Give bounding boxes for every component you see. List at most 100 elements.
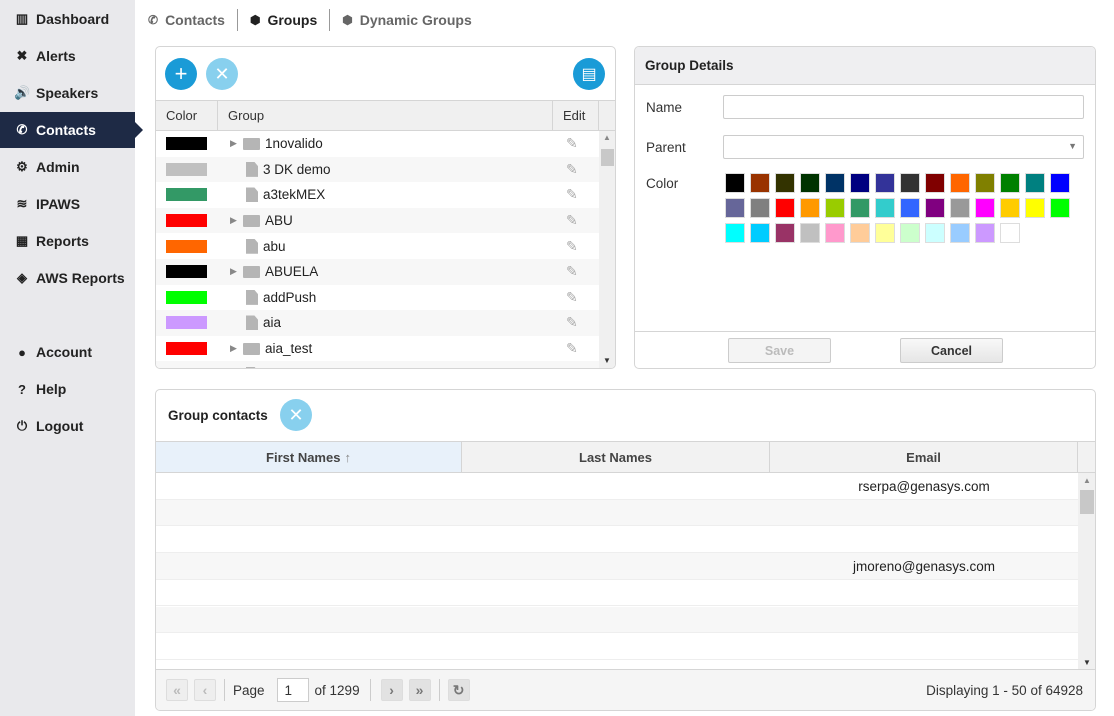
edit-icon[interactable]: ✎ (566, 289, 578, 306)
edit-icon[interactable]: ✎ (566, 340, 578, 357)
contact-row[interactable] (156, 633, 1078, 660)
color-option[interactable] (1000, 198, 1020, 218)
delete-group-button[interactable]: ✕ (206, 58, 238, 90)
sidebar-item-reports[interactable]: ▦ Reports (0, 223, 135, 259)
color-option[interactable] (850, 223, 870, 243)
tab-dynamic-groups[interactable]: ⬢ Dynamic Groups (330, 12, 484, 28)
color-option[interactable] (725, 173, 745, 193)
tab-groups[interactable]: ⬢ Groups (238, 12, 329, 28)
color-option[interactable] (725, 223, 745, 243)
sidebar-item-alerts[interactable]: ✖ Alerts (0, 38, 135, 74)
name-input[interactable] (723, 95, 1084, 119)
group-row[interactable]: ▶ aia_test ✎ (156, 336, 599, 362)
edit-icon[interactable]: ✎ (566, 314, 578, 331)
group-row[interactable]: 3 DK demo ✎ (156, 156, 599, 183)
contacts-scrollbar[interactable]: ▲ ▼ (1078, 473, 1095, 670)
edit-icon[interactable]: ✎ (566, 186, 578, 203)
color-option[interactable] (950, 223, 970, 243)
group-row[interactable]: addPush ✎ (156, 285, 599, 311)
color-option[interactable] (975, 223, 995, 243)
edit-icon[interactable]: ✎ (566, 212, 578, 229)
color-option[interactable] (900, 223, 920, 243)
color-option[interactable] (900, 173, 920, 193)
group-row[interactable]: aia ✎ (156, 310, 599, 336)
contact-row[interactable] (156, 580, 1078, 607)
color-option[interactable] (850, 198, 870, 218)
color-option[interactable] (900, 198, 920, 218)
color-option[interactable] (975, 198, 995, 218)
color-option[interactable] (875, 223, 895, 243)
color-option[interactable] (750, 223, 770, 243)
color-option[interactable] (775, 173, 795, 193)
color-option[interactable] (875, 198, 895, 218)
last-page-button[interactable]: » (408, 679, 431, 701)
sidebar-item-ipaws[interactable]: ≋ IPAWS (0, 186, 135, 222)
color-option[interactable] (750, 198, 770, 218)
color-option[interactable] (1050, 173, 1070, 193)
contact-row[interactable]: jmoreno@genasys.com (156, 553, 1078, 580)
color-option[interactable] (925, 223, 945, 243)
color-option[interactable] (825, 173, 845, 193)
sidebar-item-dashboard[interactable]: ▥ Dashboard (0, 1, 135, 37)
color-option[interactable] (875, 173, 895, 193)
group-row[interactable]: abu ✎ (156, 233, 599, 259)
parent-select[interactable]: ▼ (723, 135, 1084, 159)
email-header[interactable]: Email (770, 442, 1078, 472)
group-row[interactable]: a3tekMEX ✎ (156, 182, 599, 208)
edit-icon[interactable]: ✎ (566, 135, 578, 152)
first-names-header[interactable]: First Names ↑ (156, 442, 462, 472)
sidebar-item-speakers[interactable]: 🔊 Speakers (0, 75, 135, 111)
edit-icon[interactable]: ✎ (566, 366, 578, 368)
page-input[interactable]: 1 (276, 678, 309, 702)
remove-contact-button[interactable]: ✕ (280, 399, 312, 431)
prev-page-button[interactable]: ‹ (194, 679, 216, 701)
expand-arrow-icon[interactable]: ▶ (230, 343, 237, 354)
group-row[interactable]: ▶ ABU ✎ (156, 207, 599, 234)
next-page-button[interactable]: › (380, 679, 403, 701)
refresh-button[interactable]: ↻ (447, 679, 470, 701)
color-option[interactable] (925, 173, 945, 193)
expand-arrow-icon[interactable]: ▶ (230, 266, 237, 277)
color-option[interactable] (925, 198, 945, 218)
sidebar-item-logout[interactable]: ⏻ Logout (0, 408, 135, 444)
expand-arrow-icon[interactable]: ▶ (230, 138, 237, 149)
color-option[interactable] (1025, 173, 1045, 193)
sidebar-item-aws-reports[interactable]: ◈ AWS Reports (0, 260, 135, 296)
contact-row[interactable] (156, 526, 1078, 554)
contact-row[interactable] (156, 606, 1078, 634)
edit-icon[interactable]: ✎ (566, 238, 578, 255)
color-column-header[interactable]: Color (156, 101, 218, 130)
color-option[interactable] (750, 173, 770, 193)
save-button[interactable]: Save (728, 338, 831, 363)
group-row[interactable]: ▶ ABUELA ✎ (156, 259, 599, 285)
color-option[interactable] (775, 223, 795, 243)
sidebar-item-admin[interactable]: ⚙ Admin (0, 149, 135, 185)
color-option[interactable] (1000, 223, 1020, 243)
edit-icon[interactable]: ✎ (566, 263, 578, 280)
color-option[interactable] (1050, 198, 1070, 218)
color-option[interactable] (950, 198, 970, 218)
sidebar-item-help[interactable]: ? Help (0, 371, 135, 407)
color-option[interactable] (800, 173, 820, 193)
cancel-button[interactable]: Cancel (900, 338, 1003, 363)
color-option[interactable] (800, 223, 820, 243)
groups-scrollbar[interactable]: ▲ ▼ (599, 131, 615, 368)
color-option[interactable] (975, 173, 995, 193)
group-column-header[interactable]: Group (218, 101, 553, 130)
edit-icon[interactable]: ✎ (566, 161, 578, 178)
contact-row[interactable] (156, 499, 1078, 527)
color-option[interactable] (950, 173, 970, 193)
group-row[interactable]: ✎ (156, 361, 599, 368)
add-group-button[interactable]: + (165, 58, 197, 90)
color-option[interactable] (850, 173, 870, 193)
contact-row[interactable]: rserpa@genasys.com (156, 473, 1078, 500)
color-option[interactable] (800, 198, 820, 218)
group-row[interactable]: ▶ 1novalido ✎ (156, 131, 599, 157)
edit-column-header[interactable]: Edit (553, 101, 599, 130)
color-option[interactable] (825, 198, 845, 218)
tab-contacts[interactable]: ✆ Contacts (148, 12, 237, 28)
first-page-button[interactable]: « (166, 679, 188, 701)
columns-button[interactable]: ▤ (573, 58, 605, 90)
color-option[interactable] (775, 198, 795, 218)
color-option[interactable] (725, 198, 745, 218)
